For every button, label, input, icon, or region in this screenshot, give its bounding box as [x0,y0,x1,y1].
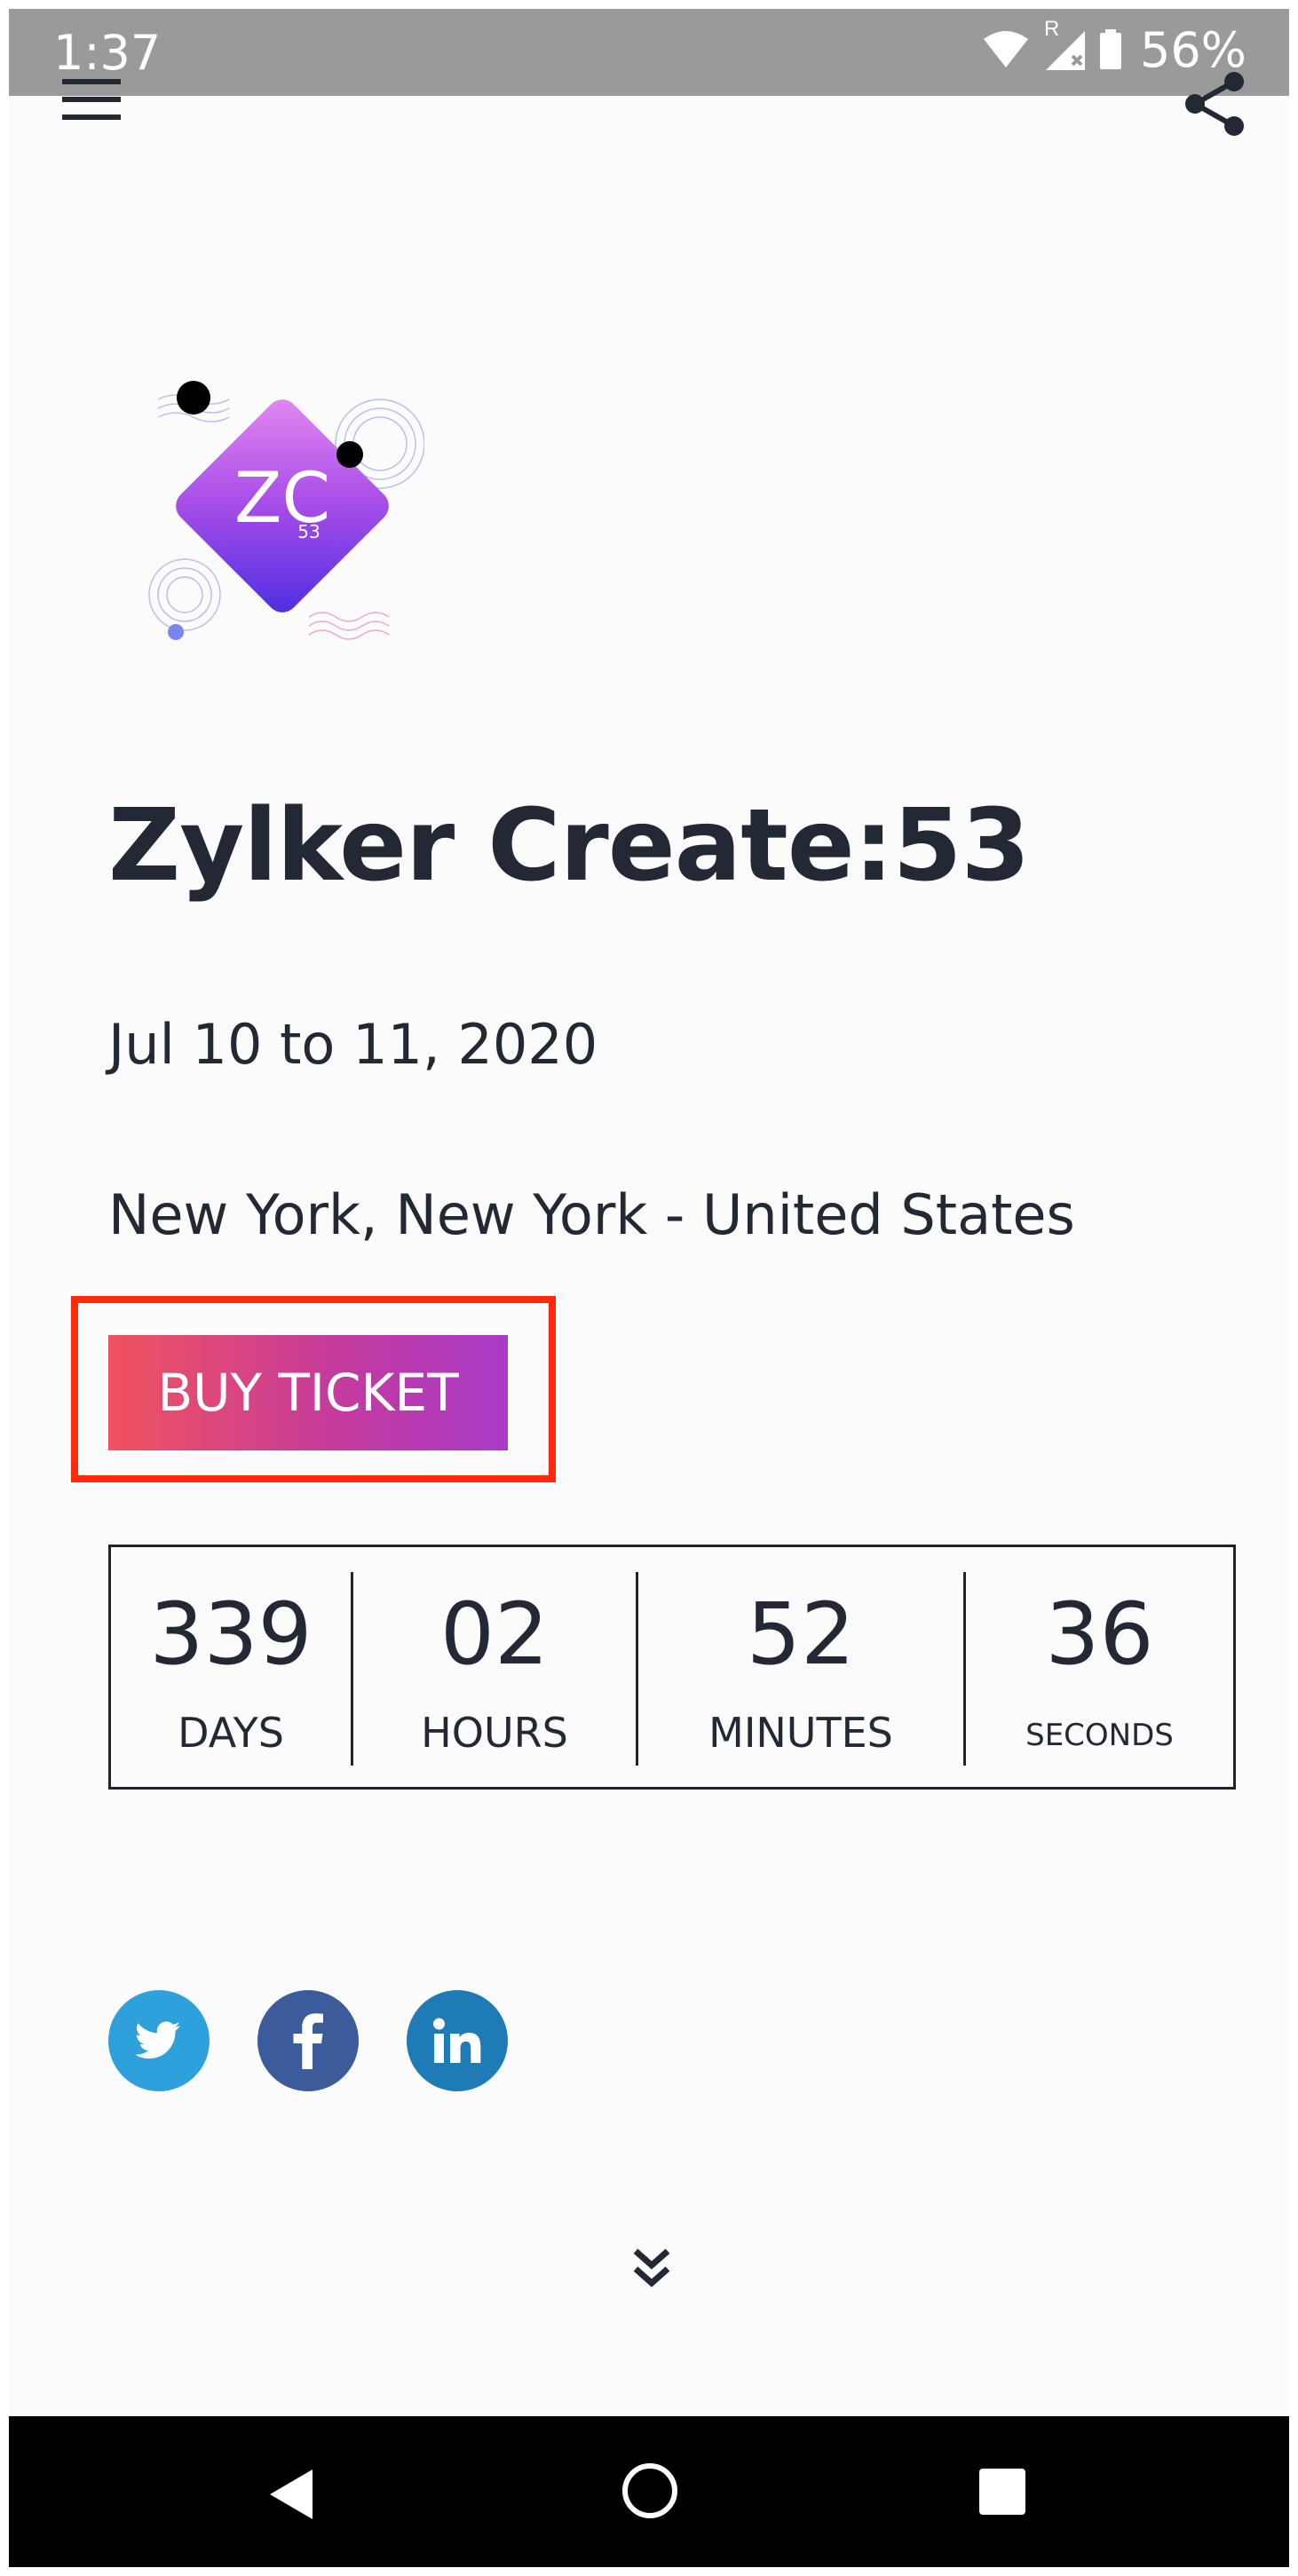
countdown-minutes: 52 MINUTES [638,1547,963,1787]
battery-percent: 56% [1139,21,1247,78]
status-bar: 1:37 R 56% [9,9,1289,96]
battery-icon [1099,29,1121,69]
home-circle-icon[interactable] [621,2462,678,2519]
countdown-hours: 02 HOURS [353,1547,636,1787]
countdown-days: 339 DAYS [111,1547,351,1787]
status-time: 1:37 [53,25,162,81]
event-date: Jul 10 to 11, 2020 [108,1012,598,1077]
countdown-minutes-value: 52 [746,1584,856,1684]
linkedin-button[interactable] [407,1990,508,2091]
app-screen: 1:37 R 56% ZC 53 Zylker Create:53 Jul 10… [9,9,1289,2567]
event-logo: ZC 53 [148,381,424,640]
twitter-button[interactable] [108,1990,210,2091]
buy-ticket-button[interactable]: BUY TICKET [108,1335,508,1450]
countdown-hours-label: HOURS [421,1709,568,1757]
cell-signal-icon: R [1042,17,1087,72]
logo-number: 53 [297,521,320,542]
recent-apps-square-icon[interactable] [978,2468,1026,2516]
countdown-hours-value: 02 [439,1584,550,1684]
countdown-days-label: DAYS [178,1709,284,1757]
countdown-timer: 339 DAYS 02 HOURS 52 MINUTES 36 SECONDS [108,1545,1236,1790]
event-title: Zylker Create:53 [108,788,1030,904]
roaming-label: R [1043,17,1060,41]
status-icons: R 56% [982,17,1247,78]
facebook-button[interactable] [257,1990,359,2091]
countdown-minutes-label: MINUTES [708,1709,893,1757]
facebook-icon [293,2013,323,2069]
hamburger-menu-icon[interactable] [62,75,124,123]
double-chevron-down-icon[interactable] [625,2242,678,2295]
system-nav-bar [9,2416,1289,2567]
countdown-seconds-label: SECONDS [1025,1718,1174,1753]
share-icon[interactable] [1183,71,1248,137]
countdown-seconds-value: 36 [1045,1584,1154,1684]
wifi-icon [983,31,1028,67]
linkedin-icon [433,2018,481,2063]
countdown-days-value: 339 [149,1584,313,1684]
back-triangle-icon[interactable] [266,2466,320,2523]
event-location: New York, New York - United States [108,1182,1075,1247]
countdown-seconds: 36 SECONDS [966,1547,1233,1787]
twitter-icon [136,2021,180,2059]
